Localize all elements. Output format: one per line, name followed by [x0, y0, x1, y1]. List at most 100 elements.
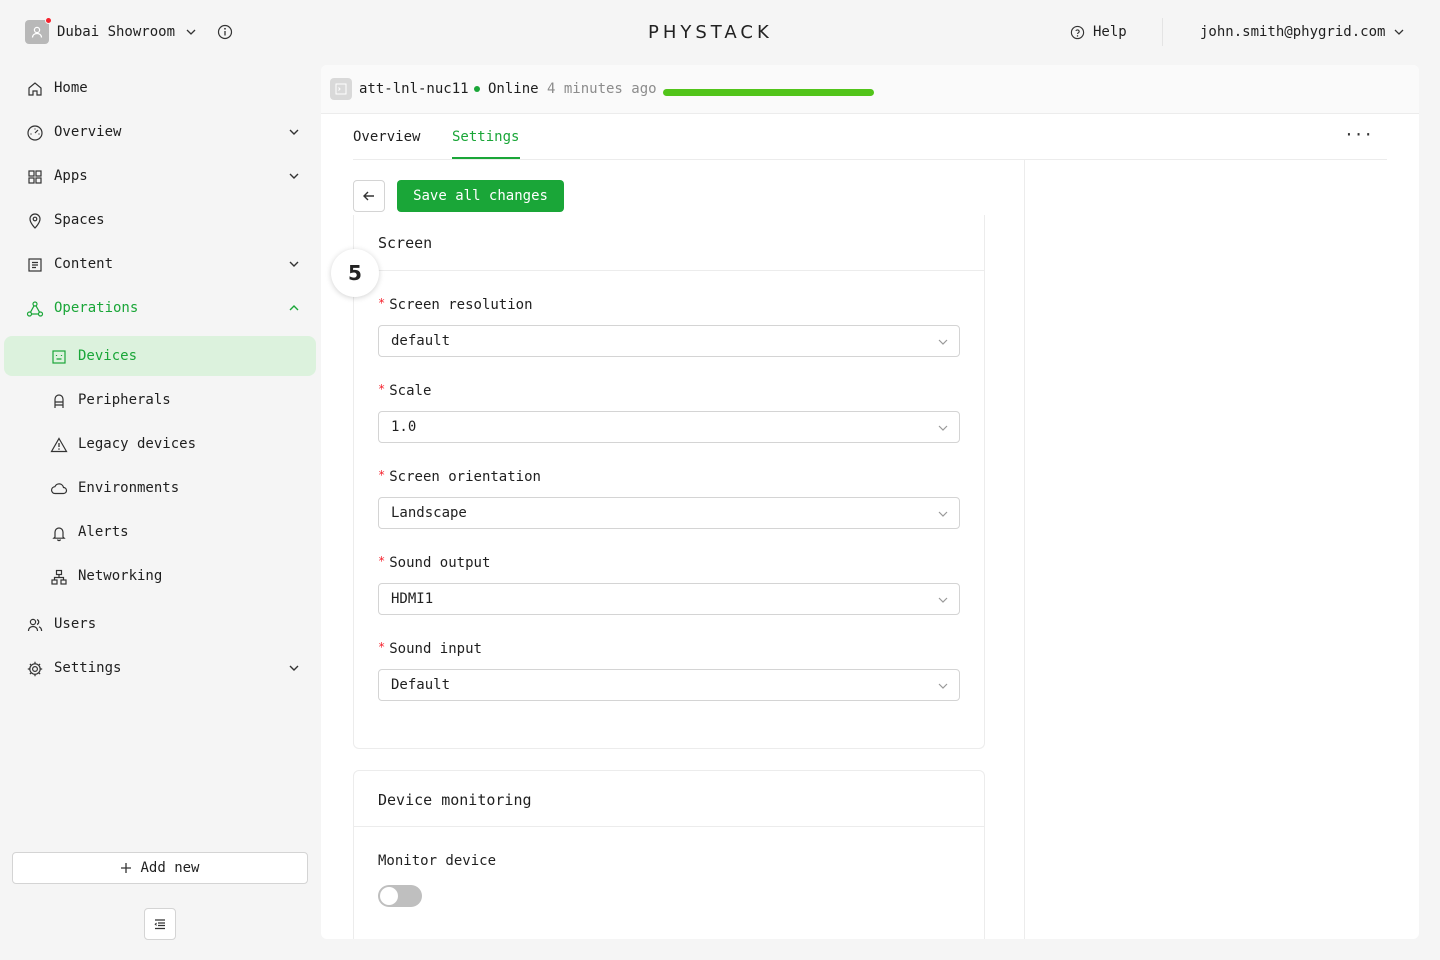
sidebar-item-home[interactable]: Home	[4, 68, 316, 108]
arrow-left-icon	[363, 191, 374, 201]
sidebar-item-alerts[interactable]: Alerts	[4, 512, 316, 552]
screen-settings-card: Screen * Screen resolution default * Scale…	[353, 215, 985, 749]
toggle-knob	[380, 887, 398, 905]
select-value: 1.0	[391, 419, 417, 435]
sidebar-item-label: Networking	[78, 568, 163, 584]
dashboard-icon	[26, 124, 44, 142]
sidebar-item-settings[interactable]: Settings	[4, 648, 316, 688]
terminal-icon	[330, 78, 352, 100]
chevron-down-icon	[1394, 29, 1404, 35]
sidebar-item-label: Peripherals	[78, 392, 171, 408]
sidebar-item-label: Settings	[54, 660, 122, 676]
sidebar-item-environments[interactable]: Environments	[4, 468, 316, 508]
scale-select[interactable]: 1.0	[378, 411, 960, 443]
screen-resolution-select[interactable]: default	[378, 325, 960, 357]
card-header: Device monitoring	[354, 771, 984, 827]
sidebar-item-content[interactable]: Content	[4, 244, 316, 284]
sidebar-item-users[interactable]: Users	[4, 604, 316, 644]
field-label: * Screen orientation	[378, 468, 541, 485]
chevron-up-icon[interactable]	[288, 302, 300, 314]
screen-orientation-select[interactable]: Landscape	[378, 497, 960, 529]
select-value: Default	[391, 677, 451, 693]
org-switcher[interactable]: Dubai Showroom	[25, 17, 233, 44]
field-label-text: Sound output	[389, 555, 491, 571]
monitor-device-toggle[interactable]	[378, 885, 422, 907]
chevron-down-icon[interactable]	[288, 170, 300, 182]
sidebar-item-label: Overview	[54, 124, 122, 140]
user-menu[interactable]: john.smith@phygrid.com	[1200, 24, 1405, 40]
required-marker: *	[378, 296, 386, 310]
chevron-down-icon[interactable]	[288, 258, 300, 270]
step-badge: 5	[331, 249, 379, 297]
notification-dot	[45, 17, 52, 24]
field-label-text: Scale	[389, 383, 432, 399]
content-list-icon	[26, 256, 44, 274]
required-marker: *	[378, 554, 386, 568]
sidebar-item-apps[interactable]: Apps	[4, 156, 316, 196]
sidebar-item-label: Alerts	[78, 524, 129, 540]
status-dot	[474, 86, 480, 92]
bell-icon	[50, 524, 68, 542]
sidebar-item-label: Content	[54, 256, 114, 272]
chevron-down-icon[interactable]	[185, 26, 197, 38]
sound-output-select[interactable]: HDMI1	[378, 583, 960, 615]
add-new-label: Add new	[140, 860, 200, 876]
chevron-down-icon	[937, 680, 949, 692]
help-circle-icon	[1070, 25, 1085, 39]
sidebar-item-spaces[interactable]: Spaces	[4, 200, 316, 240]
more-options-icon[interactable]: ···	[1344, 125, 1373, 144]
location-pin-icon	[26, 212, 44, 230]
chevron-down-icon[interactable]	[288, 126, 300, 138]
help-button[interactable]: Help	[1070, 24, 1127, 40]
monitor-device-label: Monitor device	[378, 853, 497, 869]
add-new-button[interactable]: Add new	[12, 852, 308, 884]
app-logo[interactable]: PHYSTACK	[648, 22, 773, 43]
chevron-down-icon	[937, 594, 949, 606]
field-label-text: Sound input	[389, 641, 482, 657]
sidebar-item-legacy-devices[interactable]: Legacy devices	[4, 424, 316, 464]
active-tab-indicator	[452, 157, 520, 159]
back-button[interactable]	[353, 180, 385, 212]
sidebar-item-devices[interactable]: Devices	[4, 336, 316, 376]
sound-input-select[interactable]: Default	[378, 669, 960, 701]
sidebar-item-operations[interactable]: Operations	[4, 288, 316, 328]
device-status: Online	[488, 81, 539, 97]
device-name: att-lnl-nuc11	[359, 81, 469, 97]
required-marker: *	[378, 468, 386, 482]
save-all-changes-button[interactable]: Save all changes	[397, 180, 564, 212]
main-panel: att-lnl-nuc11 Online 4 minutes ago Overv…	[321, 65, 1419, 939]
tab-settings[interactable]: Settings	[452, 129, 519, 145]
chevron-down-icon	[937, 508, 949, 520]
cloud-icon	[50, 480, 68, 498]
column-divider	[1024, 160, 1025, 939]
warning-triangle-icon	[50, 436, 68, 454]
gear-icon	[26, 660, 44, 678]
sidebar-item-networking[interactable]: Networking	[4, 556, 316, 596]
sidebar-item-peripherals[interactable]: Peripherals	[4, 380, 316, 420]
device-header: att-lnl-nuc11 Online 4 minutes ago	[321, 65, 1419, 114]
menu-collapse-icon	[154, 919, 165, 930]
sidebar-item-label: Operations	[54, 300, 139, 316]
field-label: * Scale	[378, 382, 432, 399]
tab-overview[interactable]: Overview	[353, 129, 420, 145]
card-title: Screen	[378, 234, 433, 252]
field-label: * Sound output	[378, 554, 491, 571]
card-title: Device monitoring	[378, 791, 532, 809]
help-label: Help	[1093, 24, 1127, 40]
device-monitoring-card: Device monitoring Monitor device	[353, 770, 985, 939]
sidebar-item-label: Users	[54, 616, 97, 632]
chevron-down-icon[interactable]	[288, 662, 300, 674]
plus-icon	[121, 863, 132, 873]
sidebar-item-label: Home	[54, 80, 88, 96]
select-value: Landscape	[391, 505, 467, 521]
collapse-sidebar-button[interactable]	[144, 908, 176, 940]
header-divider	[1162, 18, 1163, 46]
required-marker: *	[378, 640, 386, 654]
sidebar-item-overview[interactable]: Overview	[4, 112, 316, 152]
info-icon[interactable]	[217, 24, 233, 40]
peripheral-icon	[50, 392, 68, 410]
select-value: default	[391, 333, 451, 349]
user-email: john.smith@phygrid.com	[1200, 24, 1386, 40]
sidebar-item-label: Spaces	[54, 212, 105, 228]
field-label-text: Screen resolution	[389, 297, 533, 313]
